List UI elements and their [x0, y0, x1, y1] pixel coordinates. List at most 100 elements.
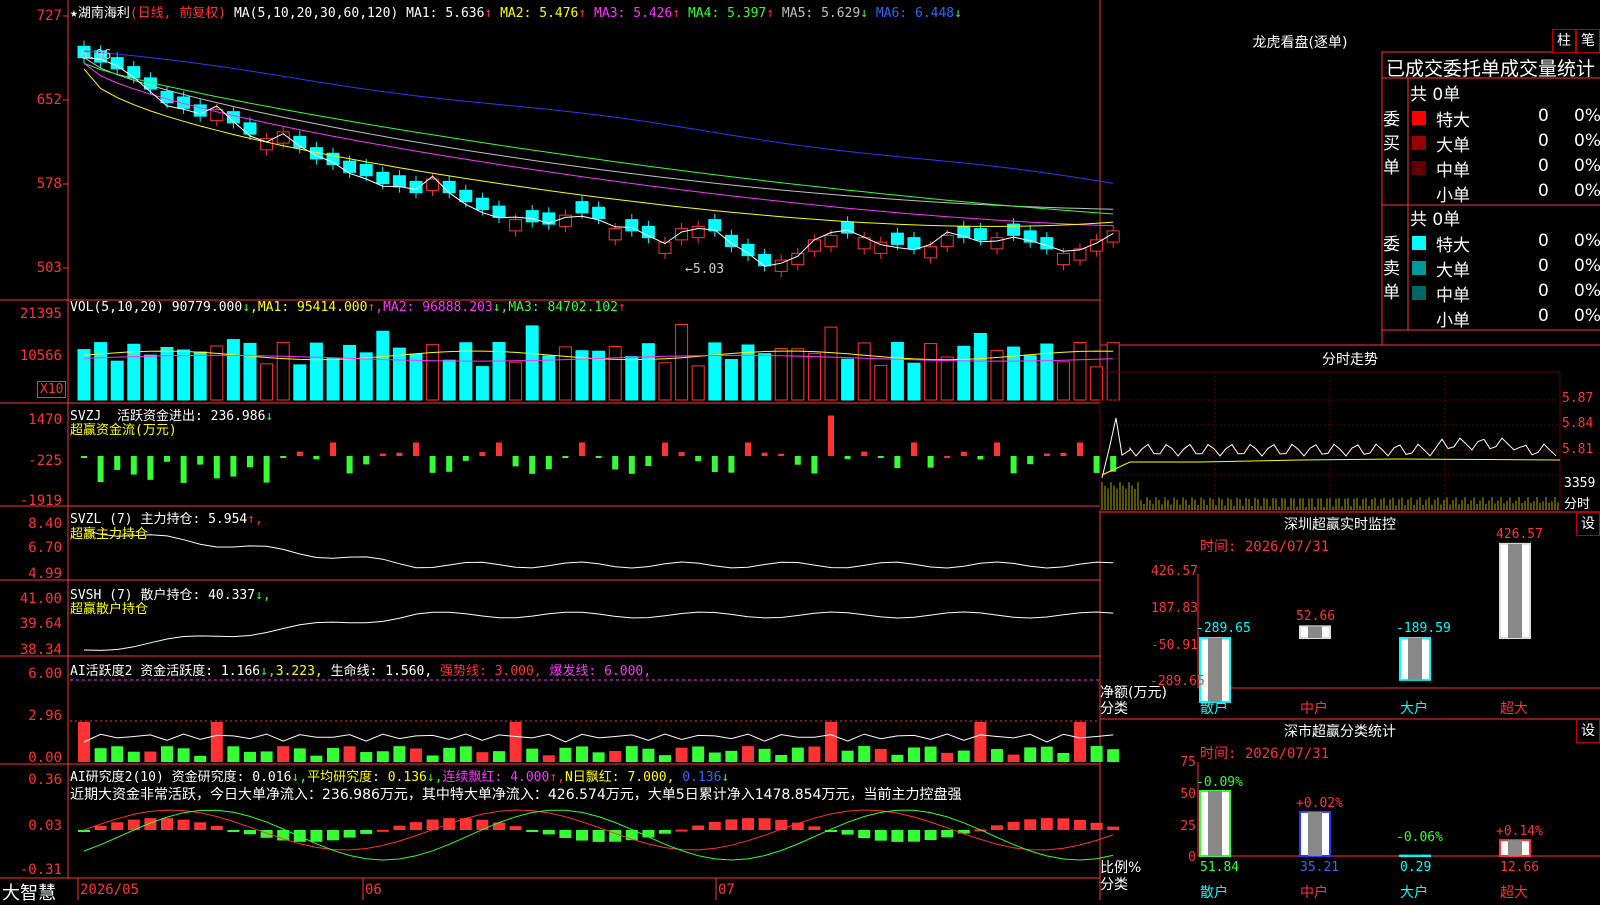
volume-bar: [294, 365, 306, 400]
fund-flow-bar: [214, 456, 220, 478]
classify-settings-button[interactable]: 设: [1576, 719, 1600, 743]
volume-bar: [360, 353, 372, 400]
sell-row-pct: 0%: [1574, 306, 1600, 330]
research-bar: [360, 830, 372, 834]
candle-body: [941, 235, 953, 246]
classify-change-label: -0.09%: [1196, 775, 1243, 790]
main-position-line: [84, 530, 1113, 568]
svzj-y-label: -1919: [0, 493, 62, 509]
sell-row-count: 0: [1538, 281, 1549, 305]
monitor-settings-button[interactable]: 设: [1576, 512, 1600, 536]
candle-body: [111, 58, 123, 69]
fund-flow-bar: [977, 456, 983, 460]
svzj-y-label: -225: [0, 453, 62, 469]
stock-name[interactable]: ★湖南海利: [70, 6, 130, 21]
activity-bar: [460, 746, 472, 762]
svzl-y-label: 6.70: [0, 540, 62, 556]
candle-body: [393, 176, 405, 187]
ai-research-y-label: -0.31: [0, 862, 62, 878]
fund-flow-bar: [994, 443, 1000, 457]
kline-mode[interactable]: (日线, 前复权): [130, 6, 226, 21]
fund-flow-bar: [795, 456, 801, 465]
svzl-y-label: 4.99: [0, 566, 62, 582]
candle-body: [460, 190, 472, 201]
monitor-time: 时间: 2026/07/31: [1200, 536, 1329, 556]
activity-bar: [277, 746, 289, 762]
low-price-label: ←5.03: [685, 262, 724, 277]
research-bar: [676, 830, 688, 832]
research-bar: [759, 818, 771, 830]
activity-bar: [775, 755, 787, 762]
research-bar: [393, 826, 405, 830]
classify-change-label: +0.02%: [1296, 796, 1343, 811]
activity-bar: [875, 749, 887, 762]
monitor-y-label: 187.83: [1150, 601, 1198, 616]
fund-flow-bar: [596, 456, 602, 458]
fund-flow-bar: [147, 456, 153, 480]
volume-bar: [626, 357, 638, 400]
tick-toggle-button[interactable]: 笔: [1576, 29, 1600, 53]
price-y-label: 652: [0, 92, 62, 108]
ma5: MA5: 5.629↓: [782, 6, 868, 21]
fund-flow-bar: [347, 456, 353, 473]
activity-bar: [792, 748, 804, 762]
research-bar: [842, 830, 854, 835]
activity-bar: [161, 746, 173, 762]
ma5-line: [84, 58, 1113, 210]
volume-bar: [227, 340, 239, 400]
vol-unit-badge[interactable]: X10: [37, 381, 66, 398]
volume-bar: [543, 356, 555, 400]
research-bar: [493, 823, 505, 830]
activity-bar: [609, 751, 621, 762]
buy-row-pct: 0%: [1574, 106, 1600, 130]
activity-bar: [759, 749, 771, 762]
fund-flow-bar: [98, 456, 104, 482]
volume-bar: [676, 324, 688, 400]
activity-bar: [593, 752, 605, 762]
volume-bar: [974, 333, 986, 400]
svsh-y-label: 41.00: [0, 591, 62, 607]
fund-flow-bar: [1011, 456, 1017, 473]
fund-flow-bar: [928, 456, 934, 468]
chart-canvas[interactable]: [0, 0, 1600, 900]
fund-flow-bar: [944, 456, 950, 458]
candle-body: [510, 220, 522, 231]
classify-value-label: 12.66: [1500, 860, 1539, 875]
high-price-label: 6.96: [80, 48, 111, 63]
fund-flow-bar: [264, 456, 270, 483]
activity-bar: [941, 753, 953, 762]
buy-row-count: 0: [1538, 106, 1549, 130]
fund-flow-bar: [280, 456, 286, 458]
ma4-line: [84, 63, 1113, 214]
activity-bar: [642, 749, 654, 762]
research-bar: [1024, 819, 1036, 830]
intraday-y-label: 5.81: [1562, 442, 1593, 457]
activity-bar: [144, 752, 156, 762]
research-bar: [891, 830, 903, 842]
fund-flow-bar: [546, 456, 552, 469]
research-bar: [659, 830, 671, 834]
activity-bar: [991, 749, 1003, 762]
monitor-bar-shade: [1208, 638, 1222, 702]
activity-bar: [974, 722, 986, 762]
candle-body: [891, 233, 903, 244]
volume-bar: [95, 343, 107, 400]
fund-flow-bar: [81, 456, 87, 458]
volume-bar: [958, 346, 970, 400]
research-bar: [144, 818, 156, 830]
sell-color-swatch: [1412, 236, 1426, 250]
fund-flow-bar: [1027, 456, 1033, 464]
activity-bar: [1008, 755, 1020, 762]
classify-bar-shade: [1508, 840, 1522, 856]
fund-flow-bar: [197, 456, 203, 465]
fund-flow-bar: [695, 456, 701, 461]
price-y-label: 578: [0, 176, 62, 192]
buy-color-swatch: [1412, 161, 1426, 175]
activity-bar: [742, 746, 754, 762]
activity-bar: [178, 748, 190, 762]
bar-toggle-button[interactable]: 柱: [1552, 29, 1576, 53]
candle-body: [410, 181, 422, 192]
research-bar: [642, 830, 654, 837]
ma3: MA3: 5.426↑: [594, 6, 680, 21]
volume-bar: [808, 353, 820, 400]
